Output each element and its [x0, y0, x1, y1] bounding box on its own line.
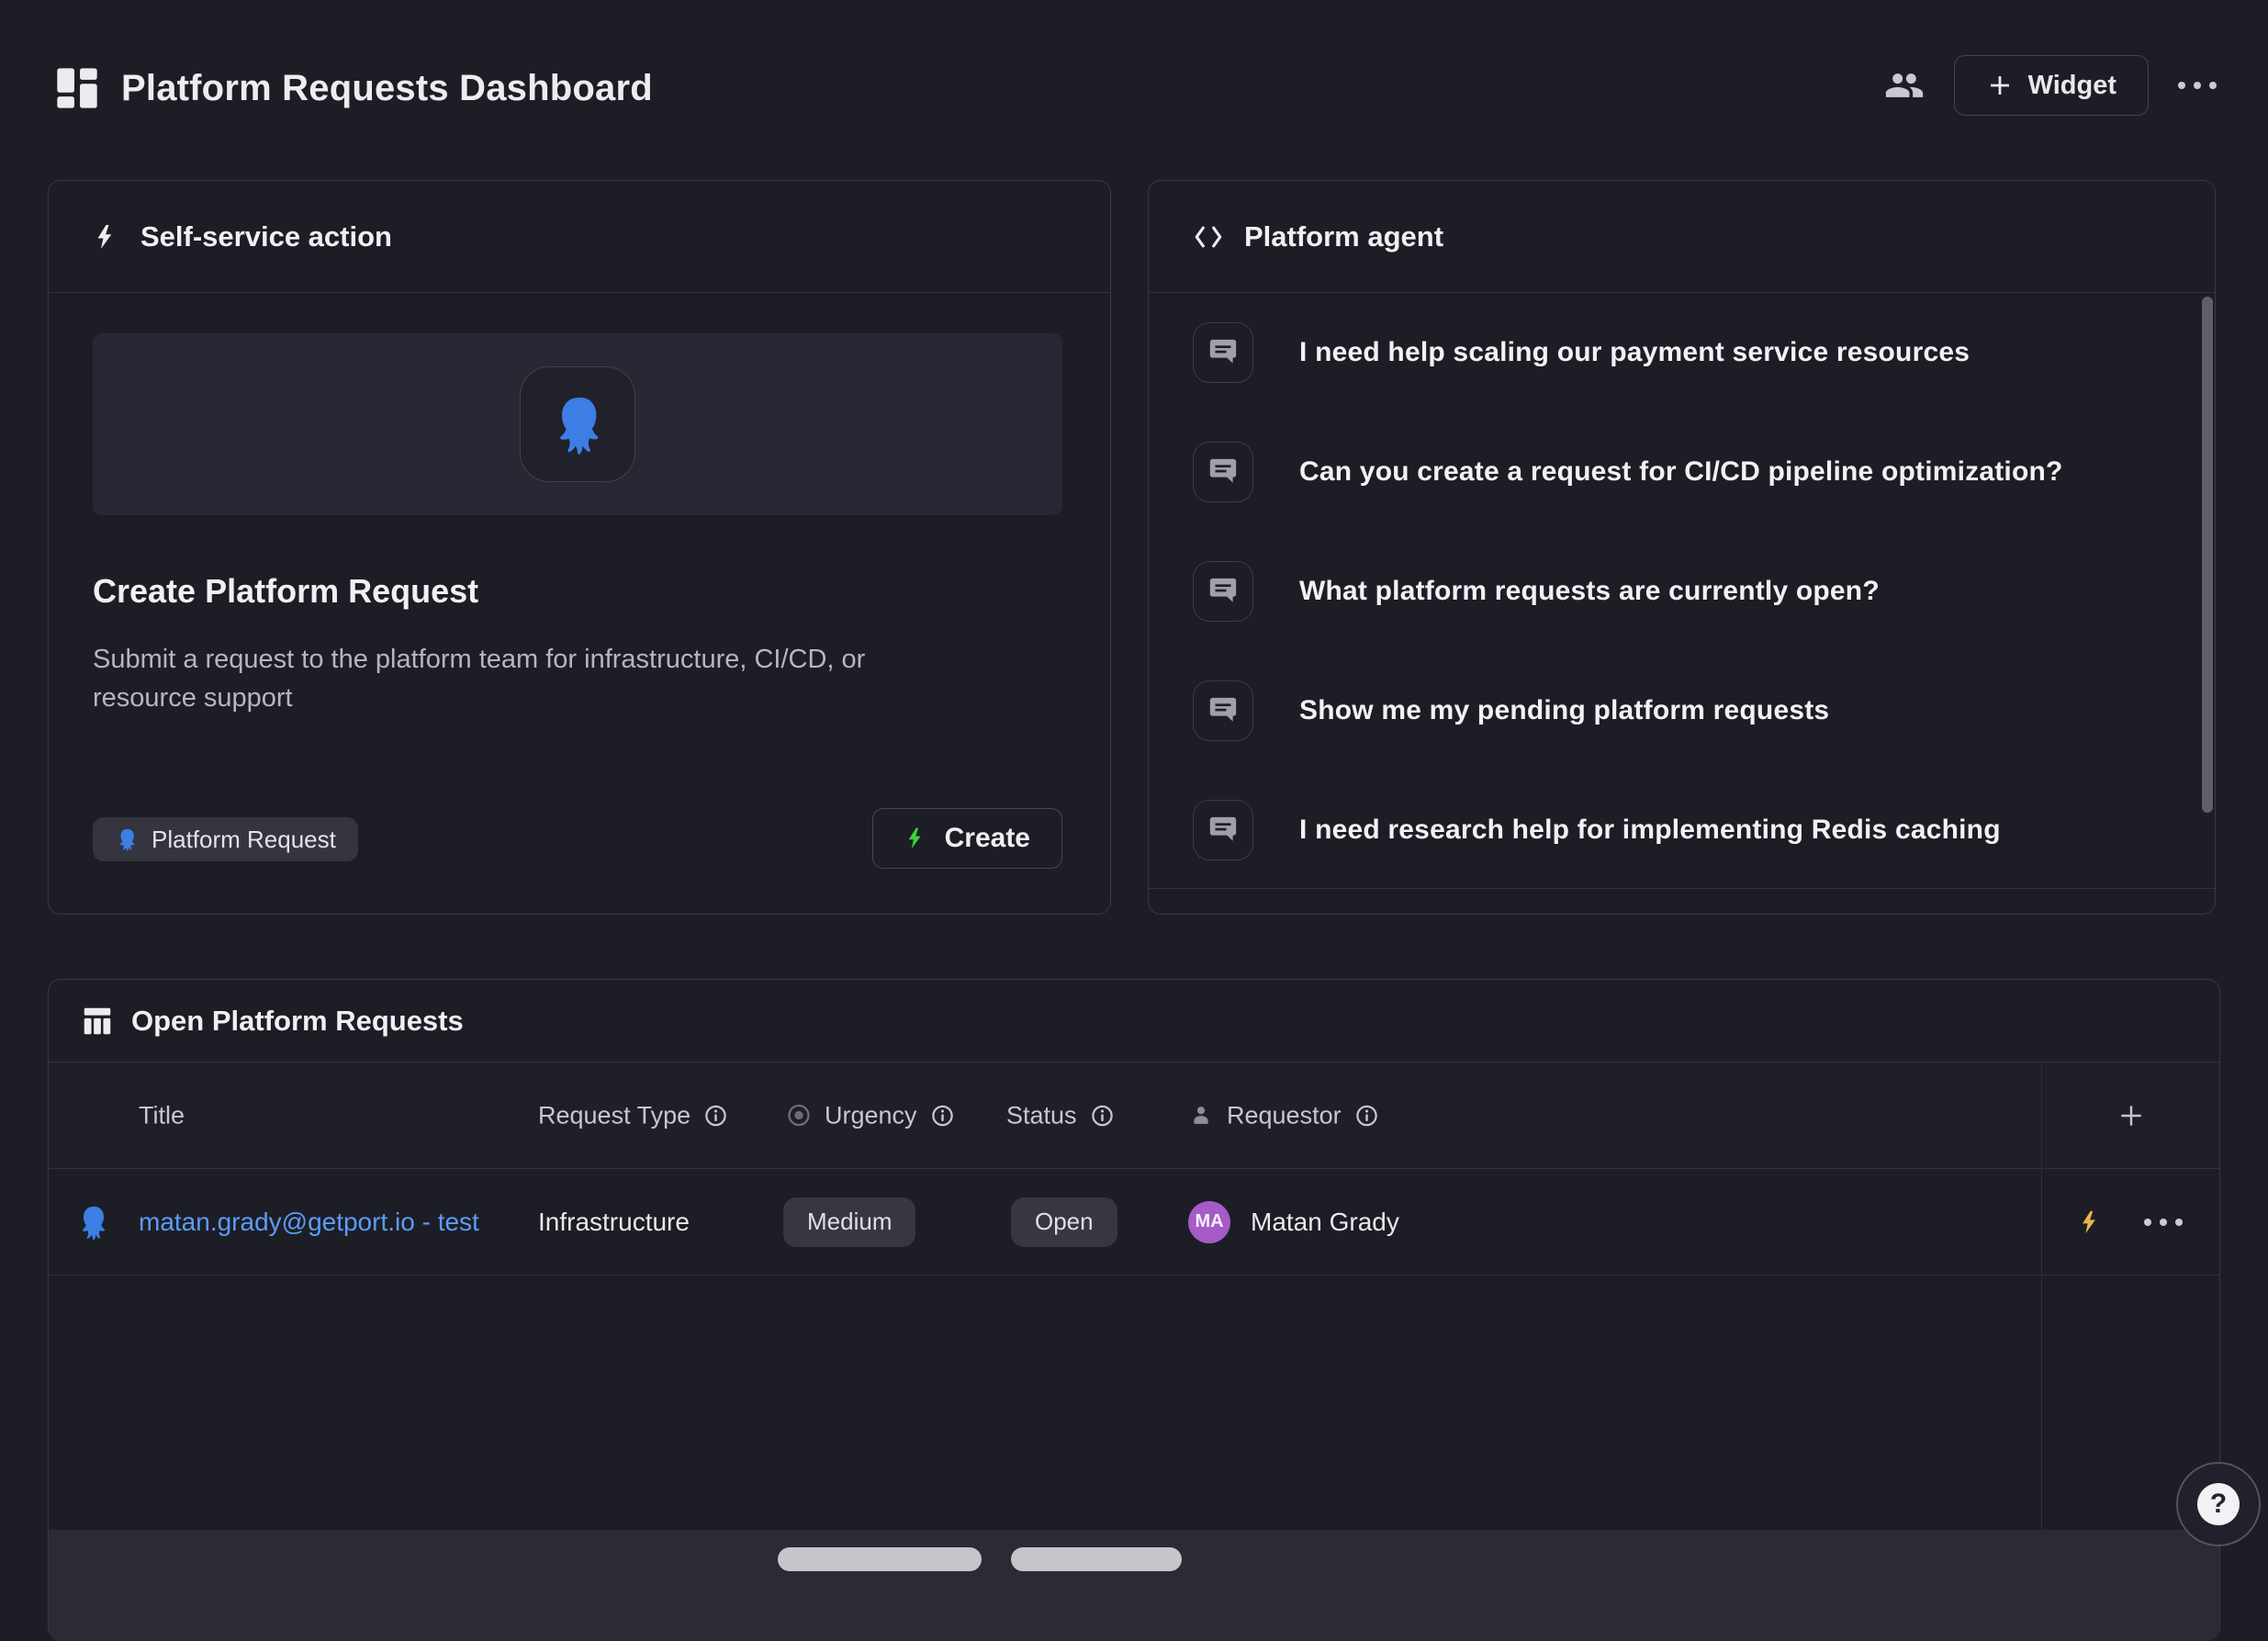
radio-icon	[786, 1103, 812, 1129]
requestor-name: Matan Grady	[1251, 1208, 1399, 1237]
open-requests-table-card: Open Platform Requests Title Request Typ…	[48, 979, 2220, 1640]
page-menu-button[interactable]	[2178, 82, 2217, 89]
table-card-title: Open Platform Requests	[131, 1005, 464, 1038]
status-badge: Open	[1011, 1197, 1117, 1247]
chat-bubble-icon	[1207, 337, 1239, 368]
dashboard-icon	[53, 64, 101, 112]
action-hero	[93, 333, 1062, 515]
agent-suggestion[interactable]: What platform requests are currently ope…	[1193, 532, 2150, 651]
user-icon	[1188, 1103, 1214, 1129]
request-title-link[interactable]: matan.grady@getport.io - test	[139, 1208, 479, 1237]
chat-bubble-icon	[1207, 695, 1239, 726]
agent-suggestion-text: What platform requests are currently ope…	[1299, 576, 1880, 607]
table-header-row: Title Request Type Urgency	[49, 1062, 2219, 1169]
question-mark-icon: ?	[2197, 1483, 2240, 1525]
chat-bubble-icon	[1207, 815, 1239, 846]
lightning-icon	[93, 221, 120, 253]
column-header-status[interactable]: Status	[1006, 1101, 1115, 1130]
action-title: Create Platform Request	[93, 572, 478, 611]
chat-bubble-icon	[1207, 456, 1239, 488]
agent-scrollbar-thumb[interactable]	[2202, 297, 2213, 813]
table-icon	[80, 1004, 115, 1039]
plus-icon	[2116, 1101, 2146, 1130]
platform-request-chip[interactable]: Platform Request	[93, 817, 358, 861]
plus-icon	[1986, 72, 2014, 99]
column-header-urgency[interactable]: Urgency	[786, 1101, 955, 1130]
platform-agent-card: Platform agent I need help scaling our p…	[1148, 180, 2216, 915]
agent-suggestion[interactable]: I need research help for implementing Re…	[1193, 770, 2150, 890]
agent-suggestion[interactable]: Show me my pending platform requests	[1193, 651, 2150, 770]
info-icon[interactable]	[930, 1103, 955, 1128]
lightning-icon	[2078, 1208, 2104, 1237]
port-octopus-icon	[546, 393, 609, 455]
add-widget-label: Widget	[2028, 71, 2116, 101]
column-header-requestor[interactable]: Requestor	[1188, 1101, 1379, 1130]
info-icon[interactable]	[1354, 1103, 1379, 1128]
requestor-avatar: MA	[1188, 1201, 1230, 1243]
add-column-button[interactable]	[2098, 1088, 2164, 1143]
agent-suggestion-text: Show me my pending platform requests	[1299, 695, 1829, 726]
agent-suggestion[interactable]: Can you create a request for CI/CD pipel…	[1193, 412, 2150, 532]
info-icon[interactable]	[1090, 1103, 1115, 1128]
port-octopus-icon	[115, 827, 139, 851]
self-service-card-title: Self-service action	[140, 220, 392, 253]
help-button[interactable]: ?	[2176, 1462, 2261, 1546]
port-octopus-icon	[74, 1204, 111, 1241]
column-header-title[interactable]: Title	[139, 1101, 185, 1130]
chat-bubble-button[interactable]	[1193, 322, 1253, 383]
run-action-button[interactable]	[2078, 1208, 2104, 1237]
self-service-card: Self-service action Create Platform Requ…	[48, 180, 1111, 915]
table-card-header: Open Platform Requests	[49, 980, 2219, 1062]
table-footer	[49, 1530, 2219, 1641]
urgency-badge: Medium	[783, 1197, 915, 1247]
row-menu-button[interactable]	[2144, 1219, 2183, 1226]
people-icon	[1884, 65, 1925, 106]
pinned-column-divider	[2041, 1062, 2042, 1530]
column-header-request-type[interactable]: Request Type	[538, 1101, 728, 1130]
footer-skeleton-pill	[778, 1547, 982, 1571]
request-type-value: Infrastructure	[538, 1208, 690, 1237]
info-icon[interactable]	[703, 1103, 728, 1128]
action-logo-tile	[520, 366, 635, 482]
agent-card-divider	[1149, 888, 2215, 889]
platform-agent-card-title: Platform agent	[1244, 220, 1443, 253]
lightning-icon	[904, 824, 928, 853]
platform-request-chip-label: Platform Request	[152, 826, 336, 854]
chat-bubble-icon	[1207, 576, 1239, 607]
agent-suggestion-text: Can you create a request for CI/CD pipel…	[1299, 456, 2063, 488]
footer-skeleton-pill	[1011, 1547, 1182, 1571]
page-header: Platform Requests Dashboard Widget	[0, 0, 2268, 129]
create-button-label: Create	[945, 823, 1030, 854]
page-title: Platform Requests Dashboard	[121, 68, 653, 109]
self-service-card-header: Self-service action	[49, 181, 1110, 293]
viewers-button[interactable]	[1884, 65, 1925, 106]
chat-bubble-button[interactable]	[1193, 680, 1253, 741]
add-widget-button[interactable]: Widget	[1954, 55, 2149, 116]
create-button[interactable]: Create	[872, 808, 1062, 869]
chat-bubble-button[interactable]	[1193, 561, 1253, 622]
action-description: Submit a request to the platform team fo…	[93, 640, 974, 717]
platform-agent-card-header: Platform agent	[1149, 181, 2215, 293]
agent-suggestion-text: I need help scaling our payment service …	[1299, 337, 1970, 368]
agent-suggestion[interactable]: I need help scaling our payment service …	[1193, 293, 2150, 412]
code-brackets-icon	[1193, 224, 1224, 250]
agent-suggestion-text: I need research help for implementing Re…	[1299, 815, 2001, 846]
chat-bubble-button[interactable]	[1193, 800, 1253, 860]
table-row[interactable]: matan.grady@getport.io - test Infrastruc…	[49, 1169, 2219, 1276]
chat-bubble-button[interactable]	[1193, 442, 1253, 502]
